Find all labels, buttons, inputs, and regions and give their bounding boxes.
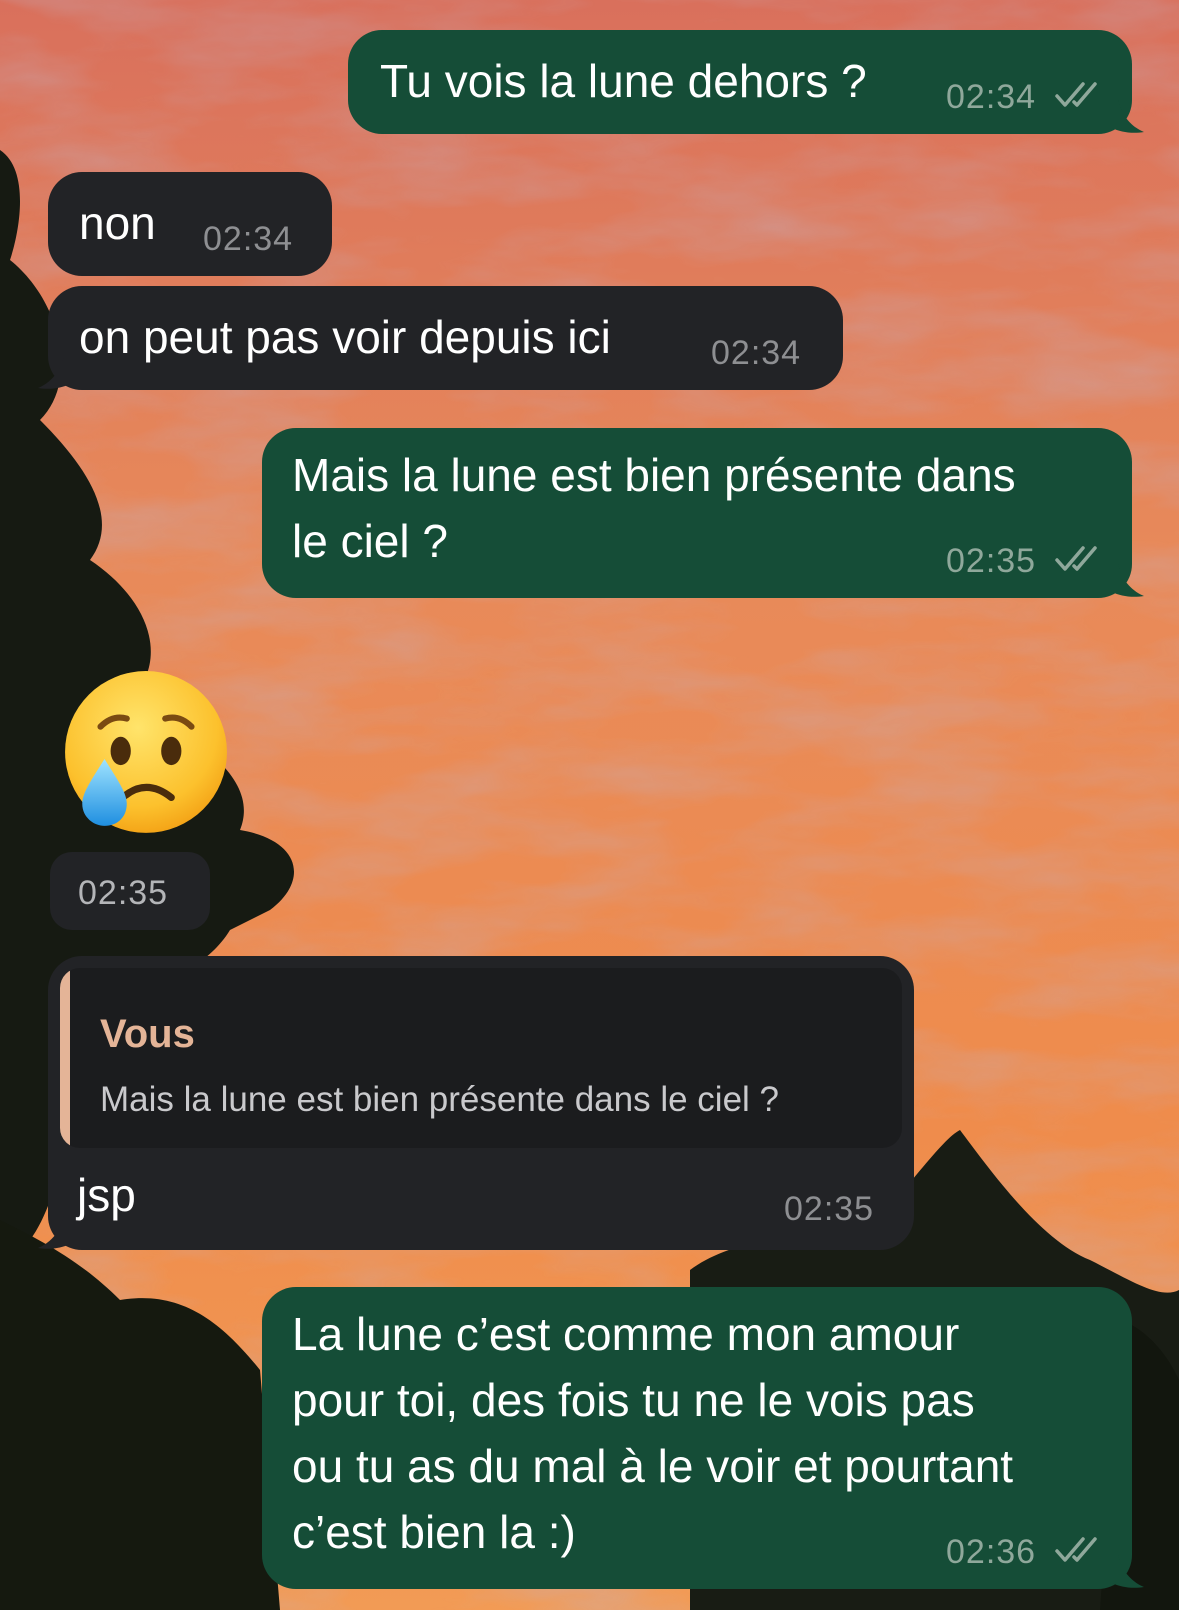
message-text: jsp: [77, 1169, 136, 1221]
message-time: 02:35: [784, 1190, 875, 1228]
bubble-tail-outgoing: [1112, 1555, 1144, 1588]
message-text-line: ou tu as du mal à le voir et pourtant: [292, 1440, 1014, 1492]
read-receipt-icon: [1055, 546, 1097, 571]
bubble-tail-incoming: [38, 356, 70, 389]
bubble-tail-incoming: [38, 1216, 70, 1249]
message-text: Tu vois la lune dehors ?: [380, 55, 867, 107]
message-time: 02:35: [78, 874, 169, 912]
message-text-line: c’est bien la :): [292, 1506, 576, 1558]
message-bubble-incoming[interactable]: on peut pas voir depuis ici 02:34: [48, 286, 843, 390]
message-time: 02:34: [946, 78, 1037, 116]
message-bubble-outgoing[interactable]: Tu vois la lune dehors ? 02:34: [348, 30, 1132, 134]
quote-accent-bar: [60, 968, 70, 1148]
message-time: 02:35: [946, 542, 1037, 580]
message-text-line: pour toi, des fois tu ne le vois pas: [292, 1374, 975, 1426]
crying-face-emoji[interactable]: [60, 668, 232, 840]
quoted-message[interactable]: Vous Mais la lune est bien présente dans…: [60, 968, 902, 1148]
quoted-text: Mais la lune est bien présente dans le c…: [100, 1080, 780, 1119]
message-time: 02:34: [711, 334, 802, 372]
message-bubble-incoming[interactable]: non 02:34: [48, 172, 332, 276]
emoji-time-pill: 02:35: [50, 852, 210, 930]
message-text-line: le ciel ?: [292, 515, 448, 567]
quoted-author: Vous: [100, 1012, 195, 1056]
message-text-line: Mais la lune est bien présente dans: [292, 449, 1016, 501]
message-time: 02:34: [203, 220, 294, 258]
message-text-line: La lune c’est comme mon amour: [292, 1308, 960, 1360]
message-text: on peut pas voir depuis ici: [79, 311, 611, 363]
message-bubble-incoming-reply[interactable]: Vous Mais la lune est bien présente dans…: [48, 956, 914, 1250]
message-bubble-outgoing[interactable]: La lune c’est comme mon amour pour toi, …: [262, 1287, 1132, 1589]
read-receipt-icon: [1055, 82, 1097, 107]
message-text: non: [79, 197, 156, 249]
message-time: 02:36: [946, 1533, 1037, 1571]
bubble-tail-outgoing: [1112, 100, 1144, 133]
read-receipt-icon: [1055, 1537, 1097, 1562]
bubble-tail-outgoing: [1112, 564, 1144, 597]
message-bubble-outgoing[interactable]: Mais la lune est bien présente dans le c…: [262, 428, 1132, 598]
